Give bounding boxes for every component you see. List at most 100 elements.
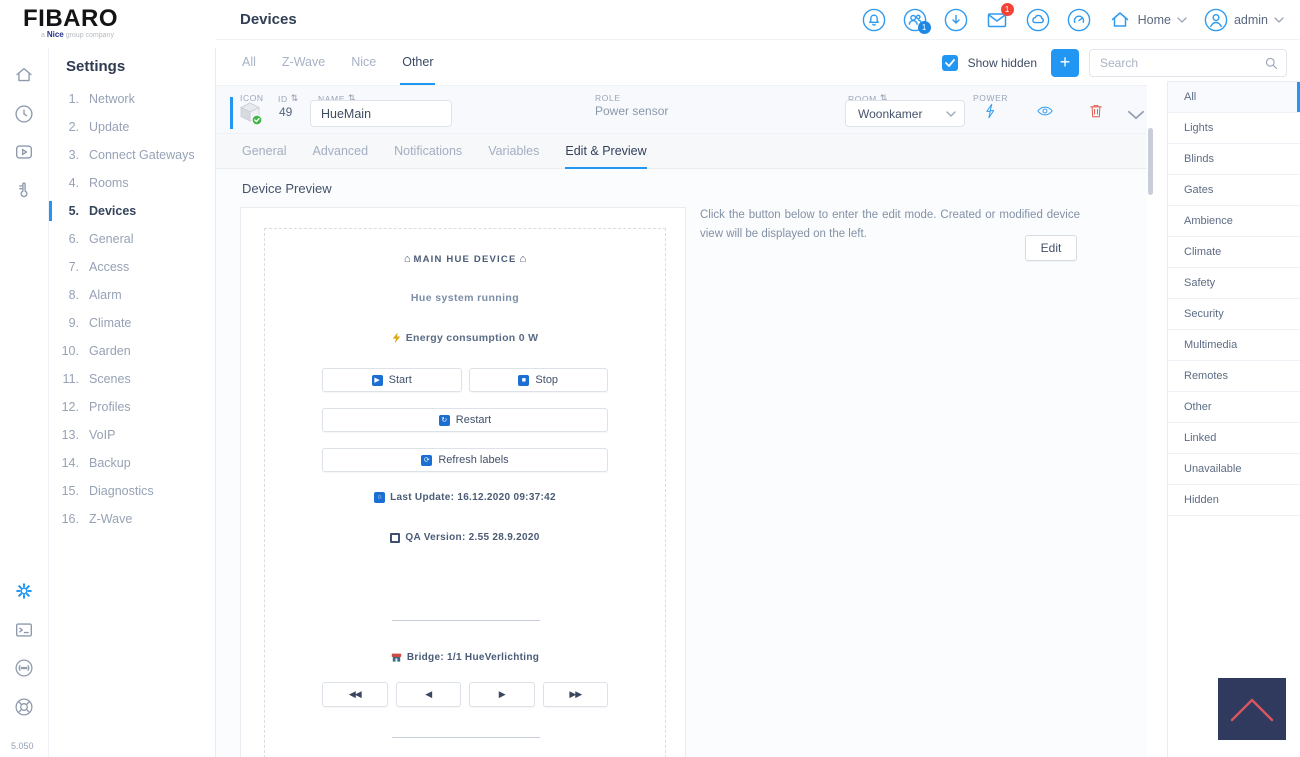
settings-nav-item-label: Profiles	[89, 400, 131, 414]
delete-icon[interactable]	[1087, 102, 1105, 120]
settings-nav-item[interactable]: 5. Devices	[49, 197, 215, 225]
settings-nav-item-number: 14.	[61, 456, 79, 470]
first-page-button[interactable]: ◀◀	[322, 682, 388, 707]
category-item[interactable]: Climate	[1168, 237, 1300, 268]
messages-icon[interactable]: 1	[985, 2, 1014, 32]
settings-nav-item[interactable]: 14. Backup	[49, 449, 215, 477]
messages-badge: 1	[1000, 2, 1014, 16]
start-button[interactable]: ▶ Start	[322, 368, 462, 392]
show-hidden-label[interactable]: Show hidden	[968, 56, 1037, 70]
terminal-icon[interactable]	[13, 619, 35, 641]
settings-nav-item[interactable]: 16. Z-Wave	[49, 505, 215, 533]
category-item[interactable]: All	[1168, 82, 1300, 113]
settings-nav-item[interactable]: 15. Diagnostics	[49, 477, 215, 505]
edit-button[interactable]: Edit	[1025, 235, 1077, 261]
room-select-value: Woonkamer	[858, 106, 923, 121]
home-icon	[1108, 8, 1132, 32]
preview-thumbnail[interactable]	[1218, 678, 1286, 740]
category-item[interactable]: Linked	[1168, 423, 1300, 454]
category-item[interactable]: Ambience	[1168, 206, 1300, 237]
device-status: Hue system running	[410, 292, 520, 304]
users-badge: 1	[917, 20, 931, 34]
settings-nav-item[interactable]: 2. Update	[49, 113, 215, 141]
users-icon[interactable]: 1	[903, 8, 931, 34]
settings-nav-item-number: 12.	[61, 400, 79, 414]
settings-gear-icon[interactable]	[13, 580, 35, 602]
cloud-icon[interactable]	[1026, 8, 1050, 32]
settings-sidebar: Settings 1. Network 2. Update 3. Connect…	[48, 48, 216, 757]
device-id: 49	[279, 105, 293, 119]
settings-nav-item[interactable]: 6. General	[49, 225, 215, 253]
user-menu[interactable]: admin	[1204, 8, 1284, 32]
qa-version-row: QA Version: 2.55 28.9.2020	[265, 532, 665, 543]
device-tab[interactable]: Nice	[349, 40, 378, 85]
settings-nav-item[interactable]: 9. Climate	[49, 309, 215, 337]
gauge-icon[interactable]	[1067, 8, 1091, 32]
category-item[interactable]: Safety	[1168, 268, 1300, 299]
settings-nav-item-number: 15.	[61, 484, 79, 498]
device-table: ICON ID⇅ NAME⇅ ROLE ROOM⇅ POWER 49 Power…	[216, 85, 1147, 133]
settings-nav-item[interactable]: 1. Network	[49, 85, 215, 113]
category-item[interactable]: Multimedia	[1168, 330, 1300, 361]
climate-icon[interactable]	[13, 179, 35, 201]
settings-nav-item[interactable]: 4. Rooms	[49, 169, 215, 197]
category-item[interactable]: Remotes	[1168, 361, 1300, 392]
settings-nav-item[interactable]: 8. Alarm	[49, 281, 215, 309]
device-name-input[interactable]	[310, 100, 452, 127]
support-icon[interactable]	[13, 696, 35, 718]
download-icon[interactable]	[944, 8, 968, 32]
alarm-icon[interactable]	[862, 8, 886, 32]
settings-nav-item[interactable]: 10. Garden	[49, 337, 215, 365]
device-cube-icon[interactable]	[238, 101, 264, 127]
add-device-button[interactable]: +	[1051, 48, 1079, 77]
brand-logo[interactable]: FIBARO a Nice group company	[0, 0, 216, 48]
last-page-button[interactable]: ▶▶	[542, 682, 608, 707]
settings-nav-item[interactable]: 11. Scenes	[49, 365, 215, 393]
settings-nav-item[interactable]: 13. VoIP	[49, 421, 215, 449]
column-header-id[interactable]: ID ⇅	[278, 93, 299, 104]
visibility-icon[interactable]	[1036, 102, 1054, 120]
settings-nav-item[interactable]: 7. Access	[49, 253, 215, 281]
detail-tab[interactable]: General	[242, 134, 286, 169]
refresh-labels-button[interactable]: ⟳ Refresh labels	[322, 448, 608, 472]
category-item[interactable]: Security	[1168, 299, 1300, 330]
prev-page-button[interactable]: ◀	[395, 682, 461, 707]
edit-instruction: Click the button below to enter the edit…	[700, 209, 1080, 240]
category-sidebar: All Lights Blinds Gates Ambience Climate Safet…	[1167, 81, 1300, 757]
category-item[interactable]: Unavailable	[1168, 454, 1300, 485]
category-item[interactable]: Blinds	[1168, 144, 1300, 175]
settings-nav-item[interactable]: 12. Profiles	[49, 393, 215, 421]
room-select[interactable]: Woonkamer	[845, 100, 965, 127]
category-item[interactable]: Hidden	[1168, 485, 1300, 516]
search-input[interactable]	[1100, 55, 1264, 70]
detail-tab[interactable]: Advanced	[312, 134, 368, 169]
square-icon	[390, 532, 401, 543]
category-item[interactable]: Lights	[1168, 113, 1300, 144]
category-item[interactable]: Gates	[1168, 175, 1300, 206]
expand-icon[interactable]	[1127, 106, 1145, 124]
settings-nav-item-number: 2.	[68, 120, 79, 134]
show-hidden-checkbox[interactable]	[941, 54, 958, 71]
power-icon[interactable]	[982, 102, 1000, 120]
device-tab[interactable]: All	[240, 40, 258, 85]
stop-button[interactable]: ■ Stop	[468, 368, 608, 392]
edit-preview-content: Device Preview ⌂ MAIN HUE DEVICE ⌂ Hue s…	[216, 169, 1147, 757]
settings-nav-list: 1. Network 2. Update 3. Connect Gateways…	[49, 85, 215, 533]
house-icon: ⌂	[403, 253, 411, 265]
api-icon[interactable]	[13, 657, 35, 679]
restart-button[interactable]: ↻ Restart	[322, 408, 608, 432]
media-icon[interactable]	[13, 141, 35, 163]
detail-tab[interactable]: Edit & Preview	[565, 134, 647, 169]
chevron-down-icon	[1274, 16, 1284, 23]
history-icon[interactable]	[13, 103, 35, 125]
device-tab[interactable]: Other	[400, 40, 436, 85]
home-selector[interactable]: Home	[1108, 8, 1187, 32]
scrollbar-thumb[interactable]	[1148, 128, 1153, 195]
category-item[interactable]: Other	[1168, 392, 1300, 423]
detail-tab[interactable]: Notifications	[394, 134, 462, 169]
settings-nav-item[interactable]: 3. Connect Gateways	[49, 141, 215, 169]
next-page-button[interactable]: ▶	[469, 682, 535, 707]
device-tab[interactable]: Z-Wave	[280, 40, 327, 85]
home-icon[interactable]	[13, 64, 35, 86]
detail-tab[interactable]: Variables	[488, 134, 539, 169]
